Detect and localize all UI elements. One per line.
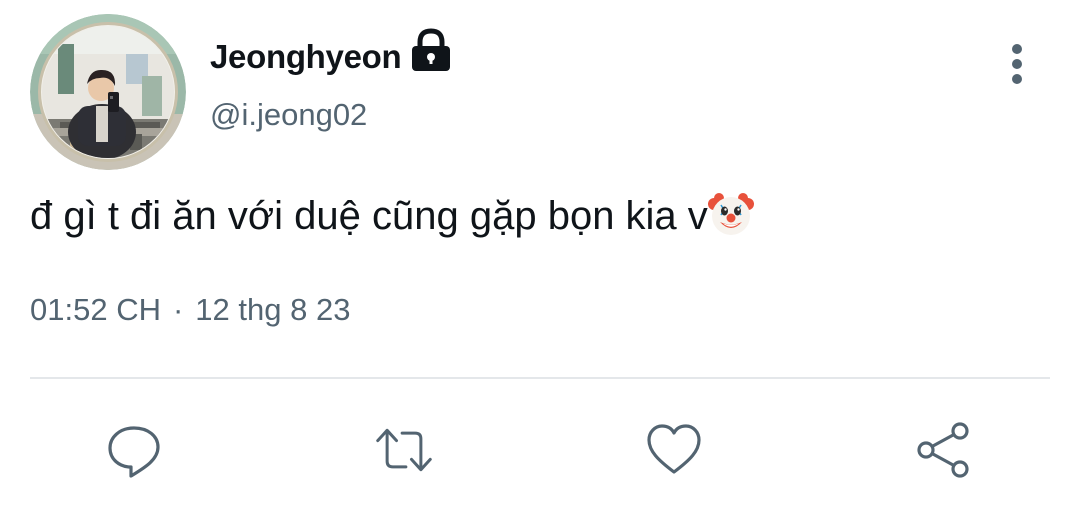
tweet-date: 12 thg 8 23 — [195, 292, 351, 327]
tweet-detail: Jeonghyeon @i.jeong02 đ gì t đi ăn với d… — [0, 0, 1080, 522]
user-handle[interactable]: @i.jeong02 — [210, 97, 367, 133]
share-icon — [917, 422, 969, 478]
profile-photo-icon — [30, 14, 186, 170]
heart-icon — [647, 424, 701, 474]
clown-face-emoji-icon — [707, 191, 754, 237]
more-options-icon[interactable] — [1000, 40, 1034, 88]
reply-icon — [108, 426, 160, 478]
like-button[interactable] — [644, 420, 704, 480]
reply-button[interactable] — [104, 420, 164, 480]
tweet-text-content: đ gì t đi ăn với duệ cũng gặp bọn kia v — [30, 194, 708, 238]
tweet-text: đ gì t đi ăn với duệ cũng gặp bọn kia v — [30, 191, 754, 239]
meta-separator: · — [172, 292, 184, 327]
share-button[interactable] — [914, 420, 974, 480]
display-name[interactable]: Jeonghyeon — [210, 38, 402, 76]
retweet-icon — [376, 428, 432, 472]
avatar[interactable] — [30, 14, 186, 170]
divider — [30, 377, 1050, 379]
tweet-timestamp[interactable]: 01:52 CH · 12 thg 8 23 — [30, 292, 350, 328]
lock-icon — [409, 27, 453, 73]
tweet-time: 01:52 CH — [30, 292, 161, 327]
retweet-button[interactable] — [374, 420, 434, 480]
